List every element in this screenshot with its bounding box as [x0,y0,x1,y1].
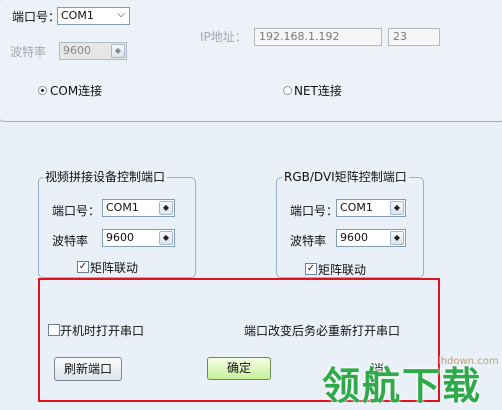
refresh-port-button[interactable]: 刷新端口 [54,357,122,381]
rgb-baud-label: 波特率 [290,234,327,248]
baud-select: 9600 ◆ [59,42,127,60]
spin-arrow-icon: ◆ [111,44,125,58]
video-matrix-link-label[interactable]: 矩阵联动 [90,259,138,276]
com-radio[interactable] [38,86,47,95]
rgb-group-title: RGB/DVI矩阵控制端口 [282,168,409,185]
rgb-matrix-link-checkbox[interactable]: ✓ [305,263,317,275]
video-baud-value: 9600 [106,231,134,244]
rgb-baud-select[interactable]: 9600 ◆ [336,229,406,247]
video-baud-label: 波特率 [52,234,89,248]
watermark-logo: 领航下载 [322,364,483,408]
ip-port-field: 23 [388,28,440,46]
ip-label: IP地址： [200,30,247,44]
com-radio-label[interactable]: COM连接 [50,82,102,99]
spin-arrow-icon[interactable]: ◆ [390,201,404,215]
spin-arrow-icon[interactable]: ◆ [159,201,173,215]
spin-arrow-icon[interactable]: ◆ [390,231,404,245]
video-port-value: COM1 [106,201,139,214]
rgb-port-select[interactable]: COM1 ◆ [336,199,406,217]
video-baud-select[interactable]: 9600 ◆ [102,229,175,247]
chevron-down-icon[interactable]: ⌵ [114,9,128,23]
open-on-boot-checkbox[interactable] [48,324,60,336]
port-select-value: COM1 [61,9,94,22]
video-port-select[interactable]: COM1 ◆ [102,199,175,217]
reopen-notice: 端口改变后务必重新打开串口 [244,324,401,338]
rgb-port-value: COM1 [340,201,373,214]
rgb-baud-value: 9600 [340,231,368,244]
video-group-title: 视频拼接设备控制端口 [43,168,168,185]
baud-select-value: 9600 [63,44,91,57]
net-radio[interactable] [283,86,292,95]
port-select[interactable]: COM1 ⌵ [57,7,130,25]
spin-arrow-icon[interactable]: ◆ [159,231,173,245]
ok-button[interactable]: 确定 [207,357,271,380]
rgb-port-label: 端口号： [290,204,339,218]
video-matrix-link-checkbox[interactable]: ✓ [77,261,89,273]
port-label: 端口号： [12,10,61,24]
baud-label: 波特率 [10,45,47,59]
open-on-boot-label[interactable]: 开机时打开串口 [60,322,144,339]
ip-address-field: 192.168.1.192 [254,28,382,46]
net-radio-label[interactable]: NET连接 [294,82,342,99]
rgb-matrix-link-label[interactable]: 矩阵联动 [318,261,366,278]
video-port-label: 端口号： [52,204,101,218]
